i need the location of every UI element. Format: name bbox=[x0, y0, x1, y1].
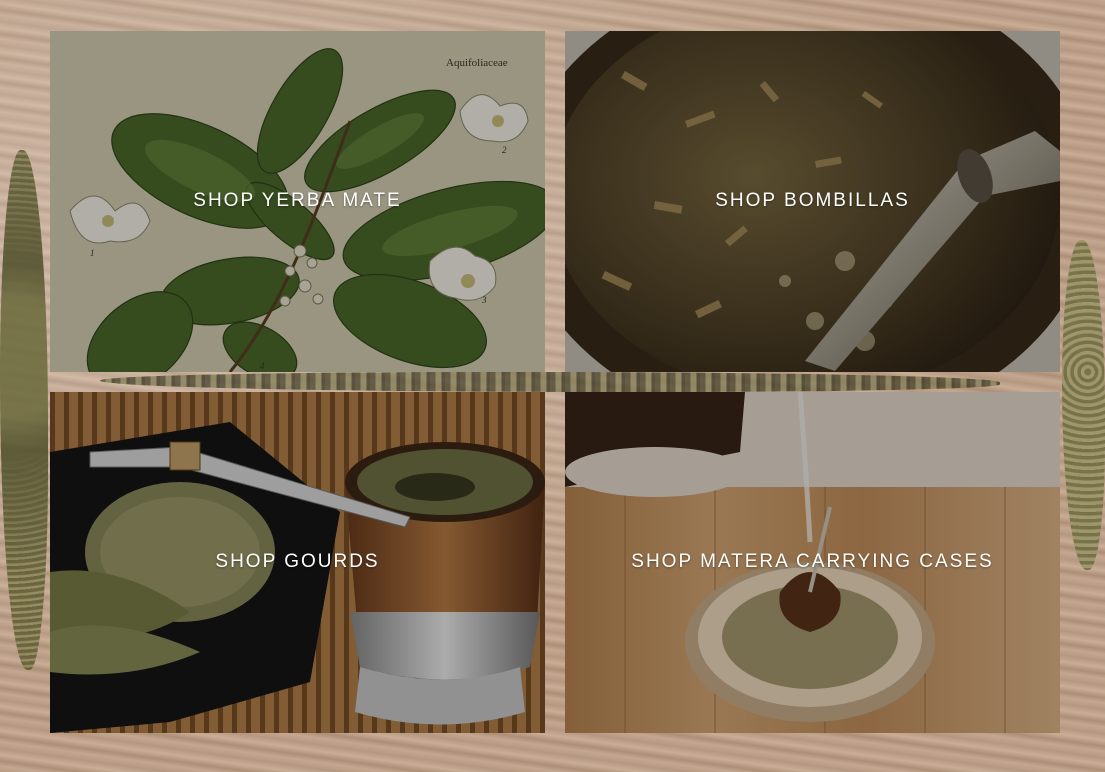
shop-gourds-tile[interactable]: SHOP GOURDS bbox=[50, 392, 545, 733]
shop-matera-carrying-cases-tile[interactable]: SHOP MATERA CARRYING CASES bbox=[565, 392, 1060, 733]
page: { "tiles": [ {"label": "SHOP YERBA MATE"… bbox=[0, 0, 1105, 772]
shop-gourds-label: SHOP GOURDS bbox=[215, 551, 380, 572]
shop-yerba-mate-label: SHOP YERBA MATE bbox=[193, 190, 402, 211]
shop-yerba-mate-tile[interactable]: Aquifoliaceae 2 1 3 4 SHOP YERBA MATE bbox=[50, 31, 545, 372]
shop-bombillas-tile[interactable]: SHOP BOMBILLAS bbox=[565, 31, 1060, 372]
shop-bombillas-label: SHOP BOMBILLAS bbox=[715, 190, 910, 211]
shop-matera-carrying-cases-label: SHOP MATERA CARRYING CASES bbox=[631, 551, 994, 572]
